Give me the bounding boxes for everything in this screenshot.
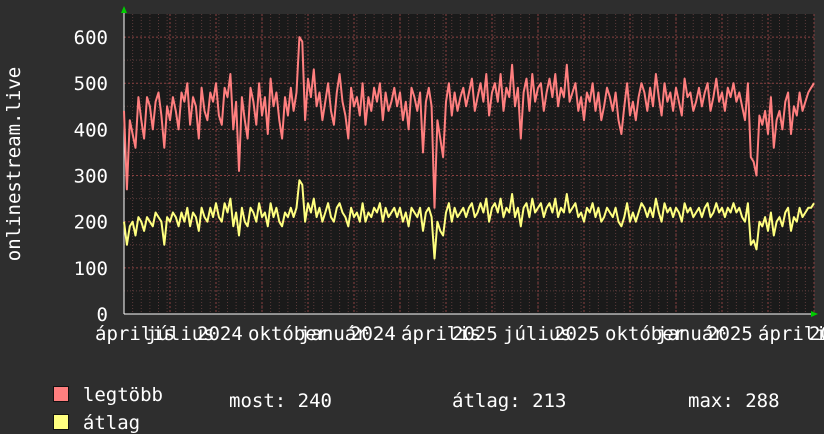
x-tick-label: 2025: [452, 323, 498, 345]
y-tick-label: 400: [74, 119, 108, 141]
y-axis-label: onlinestream.live: [3, 67, 25, 261]
y-tick-label: 300: [74, 166, 108, 188]
x-tick-label: 2025: [707, 323, 753, 345]
y-tick-label: 600: [74, 27, 108, 49]
y-tick-label: 500: [74, 73, 108, 95]
legend-item-avg: átlag: [30, 390, 140, 434]
stat-average: átlag: 213: [452, 390, 567, 412]
stat-current: most: 240: [229, 390, 332, 412]
grid: [124, 14, 815, 314]
legend-label-avg: átlag: [82, 412, 141, 434]
legend-swatch-avg: [52, 414, 69, 430]
line-chart: 0100200300400500600 áprilisjúlius2024 okt…: [3, 6, 824, 345]
y-tick-label: 100: [74, 258, 108, 280]
x-tick-label: 2025: [809, 323, 824, 345]
y-axis-arrow: [121, 6, 127, 13]
y-tick-label: 200: [74, 212, 108, 234]
x-tick-label: 2025: [554, 323, 600, 345]
y-axis: 0100200300400500600: [74, 10, 125, 326]
x-axis: áprilisjúlius2024 októberjanuár2024 áprili…: [95, 313, 824, 345]
x-tick-label: 2024: [350, 323, 396, 345]
x-tick-label: 2024: [197, 323, 243, 345]
stat-maximum: max: 288: [688, 390, 780, 412]
